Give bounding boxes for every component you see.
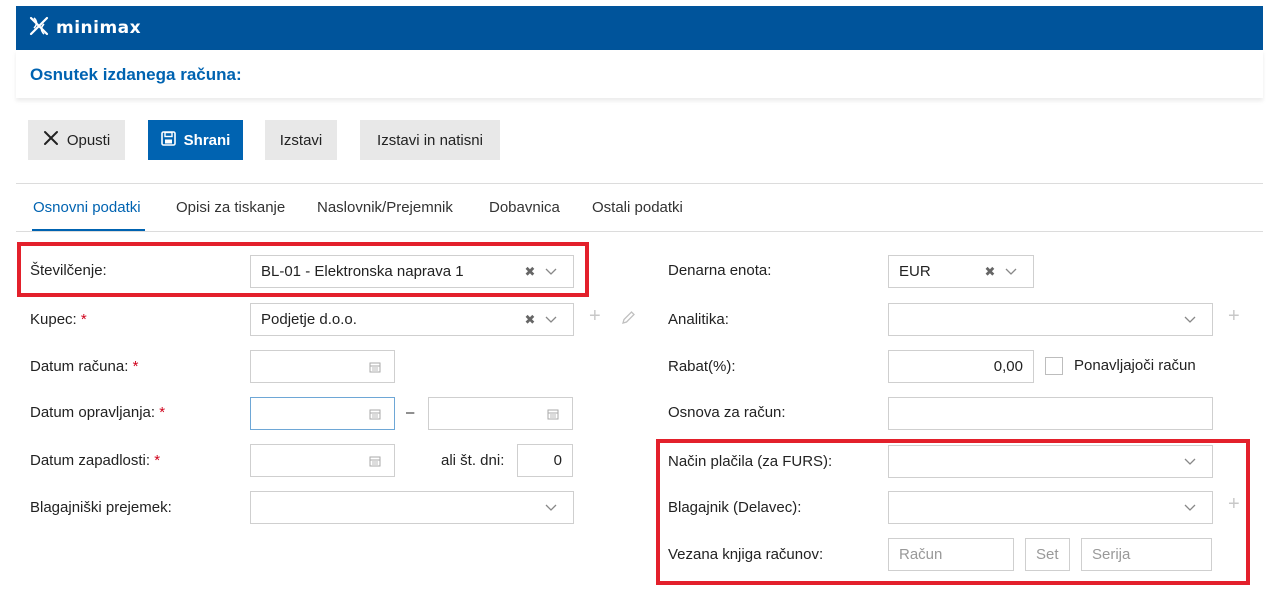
tabs-divider-bottom (16, 231, 1263, 232)
clear-icon[interactable]: ✖ (521, 312, 539, 328)
recurring-checkbox[interactable] (1045, 357, 1063, 375)
chevron-down-icon[interactable] (1178, 316, 1202, 324)
payment-cashier-highlight-box (656, 439, 1250, 585)
date-range-separator: – (406, 404, 415, 421)
top-bar: minimax (16, 6, 1263, 50)
days-label: ali št. dni: (441, 452, 505, 469)
brand-name: minimax (56, 18, 142, 38)
analytics-select[interactable] (888, 303, 1213, 336)
calendar-icon[interactable] (366, 361, 384, 373)
tab-opisi-za-tiskanje[interactable]: Opisi za tiskanje (176, 199, 285, 216)
days-value: 0 (553, 452, 562, 469)
page-title: Osnutek izdanega računa: (30, 65, 242, 84)
cash-receipt-select[interactable] (250, 491, 574, 524)
required-marker: * (132, 358, 139, 375)
chevron-down-icon[interactable] (999, 268, 1023, 276)
service-date-label-text: Datum opravljanja: (30, 404, 156, 421)
required-marker: * (154, 452, 161, 469)
required-marker: * (80, 311, 87, 328)
tabs-divider-top (16, 183, 1263, 184)
issue-button-label: Izstavi (279, 131, 323, 149)
tab-ostali-podatki[interactable]: Ostali podatki (592, 199, 683, 216)
due-date-label-text: Datum zapadlosti: (30, 452, 151, 469)
basis-label: Osnova za račun: (668, 404, 786, 421)
chevron-down-icon[interactable] (539, 316, 563, 324)
calendar-icon[interactable] (366, 408, 384, 420)
days-input[interactable]: 0 (517, 444, 573, 477)
save-button[interactable]: Shrani (148, 120, 243, 160)
tab-naslovnik-prejemnik[interactable]: Naslovnik/Prejemnik (317, 199, 453, 216)
clear-icon[interactable]: ✖ (981, 264, 999, 280)
customer-label-text: Kupec: (30, 311, 77, 328)
customer-label: Kupec: * (30, 311, 87, 328)
service-date-label: Datum opravljanja: * (30, 404, 165, 421)
discount-label: Rabat(%): (668, 358, 736, 375)
discount-value: 0,00 (993, 358, 1023, 375)
invoice-date-label-text: Datum računa: (30, 358, 129, 375)
due-date-input[interactable] (250, 444, 395, 477)
service-date-to-input[interactable] (428, 397, 573, 430)
title-bar: Osnutek izdanega računa: (16, 50, 1263, 98)
basis-input[interactable] (888, 397, 1213, 430)
required-marker: * (159, 404, 166, 421)
floppy-disk-icon (160, 130, 176, 150)
tab-osnovni-podatki[interactable]: Osnovni podatki (33, 199, 141, 216)
service-date-from-input[interactable] (250, 397, 395, 430)
analytics-label: Analitika: (668, 311, 729, 328)
minimax-logo-icon (28, 15, 50, 41)
invoice-date-input[interactable] (250, 350, 395, 383)
cash-receipt-label: Blagajniški prejemek: (30, 499, 172, 516)
due-date-label: Datum zapadlosti: * (30, 452, 160, 469)
discount-input[interactable]: 0,00 (888, 350, 1034, 383)
recurring-label: Ponavljajoči račun (1074, 357, 1196, 374)
customer-select[interactable]: Podjetje d.o.o. ✖ (250, 303, 574, 336)
currency-select[interactable]: EUR ✖ (888, 255, 1034, 288)
customer-value: Podjetje d.o.o. (261, 311, 357, 328)
chevron-down-icon[interactable] (539, 504, 563, 512)
currency-label: Denarna enota: (668, 262, 772, 279)
close-icon (43, 130, 59, 150)
calendar-icon[interactable] (544, 408, 562, 420)
issue-and-print-button-label: Izstavi in natisni (377, 131, 483, 149)
invoice-date-label: Datum računa: * (30, 358, 138, 375)
edit-customer-icon[interactable] (620, 310, 636, 330)
save-button-label: Shrani (183, 131, 231, 149)
numbering-highlight-box (17, 242, 589, 297)
currency-value: EUR (899, 263, 931, 280)
issue-and-print-button[interactable]: Izstavi in natisni (360, 120, 500, 160)
cancel-button[interactable]: Opusti (28, 120, 125, 160)
tab-dobavnica[interactable]: Dobavnica (489, 199, 560, 216)
issue-button[interactable]: Izstavi (265, 120, 337, 160)
add-customer-icon[interactable]: + (589, 305, 601, 328)
add-analytics-icon[interactable]: + (1228, 305, 1240, 328)
logo[interactable]: minimax (28, 15, 141, 41)
cancel-button-label: Opusti (66, 131, 111, 149)
calendar-icon[interactable] (366, 455, 384, 467)
